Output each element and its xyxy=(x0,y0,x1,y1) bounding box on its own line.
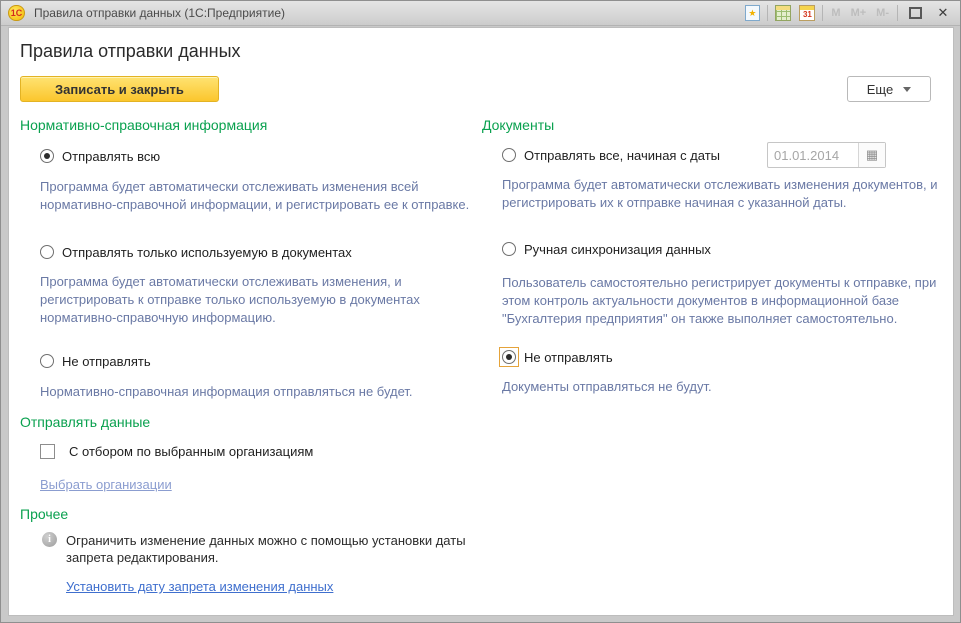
nsi-do-not-send-description: Нормативно-справочная информация отправл… xyxy=(20,383,478,401)
docs-manual-sync-description: Пользователь самостоятельно регистрирует… xyxy=(482,274,944,346)
section-title-nsi: Нормативно-справочная информация xyxy=(20,117,478,134)
radio-nsi-send-all[interactable]: Отправлять всю xyxy=(20,147,478,165)
titlebar-separator xyxy=(897,5,898,21)
docs-send-all-description: Программа будет автоматически отслеживат… xyxy=(482,176,944,240)
page-title: Правила отправки данных xyxy=(20,41,953,62)
radio-docs-manual-sync[interactable]: Ручная синхронизация данных xyxy=(482,240,944,258)
info-text: Ограничить изменение данных можно с помо… xyxy=(66,532,478,566)
radio-label: Не отправлять xyxy=(62,354,151,369)
checkbox-icon[interactable] xyxy=(40,444,55,459)
info-icon: i xyxy=(42,532,57,547)
radio-docs-send-all-from-date[interactable]: Отправлять все, начиная с даты ▦ xyxy=(482,142,944,168)
memory-m-plus-button[interactable]: М+ xyxy=(849,7,869,19)
calendar-picker-button[interactable]: ▦ xyxy=(858,143,885,167)
nsi-send-used-description: Программа будет автоматически отслеживат… xyxy=(20,273,478,352)
calculator-icon[interactable] xyxy=(774,4,792,22)
titlebar-separator xyxy=(767,5,768,21)
select-organizations-link-row: Выбрать организации xyxy=(20,477,478,493)
radio-nsi-do-not-send[interactable]: Не отправлять xyxy=(20,352,478,370)
titlebar[interactable]: 1С Правила отправки данных (1С:Предприят… xyxy=(1,1,960,26)
radio-icon[interactable] xyxy=(502,242,516,256)
radio-icon[interactable] xyxy=(502,148,516,162)
toolbar: Записать и закрыть Еще xyxy=(20,76,942,102)
calculator-glyph xyxy=(775,5,791,21)
radio-icon[interactable] xyxy=(40,354,54,368)
select-organizations-link[interactable]: Выбрать организации xyxy=(40,477,172,492)
set-restriction-date-link[interactable]: Установить дату запрета изменения данных xyxy=(66,579,333,594)
section-title-other: Прочее xyxy=(20,506,478,523)
section-title-documents: Документы xyxy=(482,117,944,134)
start-date-input[interactable] xyxy=(768,148,858,163)
more-button-label: Еще xyxy=(867,82,893,97)
radio-label: Отправлять всю xyxy=(62,149,160,164)
info-row: i Ограничить изменение данных можно с по… xyxy=(20,532,478,566)
calendar-icon[interactable] xyxy=(798,4,816,22)
form-surface: Правила отправки данных Записать и закры… xyxy=(8,27,954,616)
documents-section: Документы Отправлять все, начиная с даты… xyxy=(482,117,944,396)
radio-nsi-send-used-only[interactable]: Отправлять только используемую в докумен… xyxy=(20,243,478,261)
more-button[interactable]: Еще xyxy=(847,76,931,102)
favorites-document-icon[interactable] xyxy=(743,4,761,22)
star-page-icon xyxy=(745,5,760,21)
start-date-field-group: ▦ xyxy=(767,142,886,168)
radio-label: Отправлять все, начиная с даты xyxy=(524,148,720,163)
1c-logo-icon: 1С xyxy=(8,5,25,21)
radio-label: Отправлять только используемую в докумен… xyxy=(62,245,352,260)
chevron-down-icon xyxy=(903,87,911,92)
docs-do-not-send-description: Документы отправляться не будут. xyxy=(482,378,944,396)
memory-m-minus-button[interactable]: М- xyxy=(874,7,891,19)
radio-label: Не отправлять xyxy=(524,350,613,365)
nsi-section: Нормативно-справочная информация Отправл… xyxy=(20,117,478,594)
radio-docs-do-not-send[interactable]: Не отправлять xyxy=(482,346,944,368)
calendar-glyph xyxy=(799,5,815,21)
window-title: Правила отправки данных (1С:Предприятие) xyxy=(34,6,743,20)
nsi-send-all-description: Программа будет автоматически отслеживат… xyxy=(20,178,478,243)
checkbox-filter-by-organizations[interactable]: С отбором по выбранным организациям xyxy=(20,442,478,460)
checkbox-label: С отбором по выбранным организациям xyxy=(69,444,313,459)
radio-icon[interactable] xyxy=(40,245,54,259)
titlebar-separator xyxy=(822,5,823,21)
app-window: 1С Правила отправки данных (1С:Предприят… xyxy=(0,0,961,623)
maximize-button[interactable] xyxy=(904,4,926,22)
radio-label: Ручная синхронизация данных xyxy=(524,242,711,257)
set-restriction-date-link-row: Установить дату запрета изменения данных xyxy=(20,579,478,594)
focus-ring xyxy=(502,350,516,364)
close-button[interactable] xyxy=(932,4,954,22)
section-title-send-data: Отправлять данные xyxy=(20,414,478,431)
radio-icon[interactable] xyxy=(40,149,54,163)
radio-icon[interactable] xyxy=(502,350,516,364)
save-and-close-button[interactable]: Записать и закрыть xyxy=(20,76,219,102)
memory-m-button[interactable]: М xyxy=(829,7,842,19)
